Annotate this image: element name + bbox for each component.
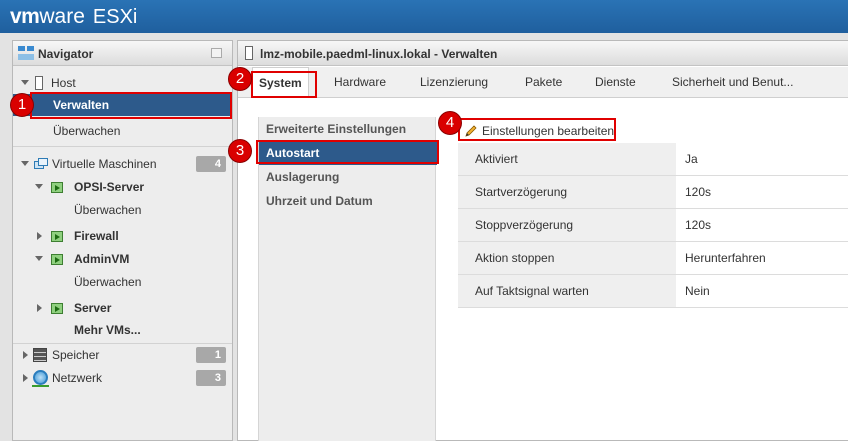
nav-host-label: Host <box>51 76 76 90</box>
table-row: Stoppverzögerung 120s <box>458 209 848 242</box>
page-title: lmz-mobile.paedml-linux.lokal - Verwalte… <box>260 47 498 61</box>
vm-powered-on-icon <box>51 180 67 194</box>
nav-vm-firewall[interactable]: Firewall <box>13 225 232 247</box>
nav-vm-child-label: Überwachen <box>74 203 142 217</box>
nav-storage[interactable]: Speicher 1 <box>13 344 232 366</box>
nav-virtual-machines-label: Virtuelle Maschinen <box>52 157 157 171</box>
nav-host-ueberwachen-label: Überwachen <box>53 124 121 138</box>
main-header: lmz-mobile.paedml-linux.lokal - Verwalte… <box>238 41 848 66</box>
highlight-autostart <box>256 140 439 164</box>
table-row: Startverzögerung 120s <box>458 176 848 209</box>
chevron-right-icon[interactable] <box>23 374 28 382</box>
chevron-down-icon[interactable] <box>21 80 29 85</box>
callout-number: 4 <box>438 111 462 135</box>
chevron-right-icon[interactable] <box>37 232 42 240</box>
nav-vm-child-label: Überwachen <box>74 275 142 289</box>
collapse-panel-button[interactable] <box>211 48 222 58</box>
vmware-esxi-logo: vm ware ESXi <box>10 5 137 29</box>
navigator-header: Navigator <box>13 41 232 66</box>
setting-key: Auf Taktsignal warten <box>458 275 676 307</box>
chevron-right-icon[interactable] <box>23 351 28 359</box>
network-globe-icon <box>32 370 49 387</box>
chevron-down-icon[interactable] <box>21 161 29 166</box>
main-panel: lmz-mobile.paedml-linux.lokal - Verwalte… <box>237 40 848 441</box>
setting-value: Ja <box>685 152 698 166</box>
nav-host[interactable]: Host <box>13 72 232 94</box>
menu-erweiterte-einstellungen[interactable]: Erweiterte Einstellungen <box>259 117 437 141</box>
navigator-title: Navigator <box>38 47 94 61</box>
table-row: Aktion stoppen Herunterfahren <box>458 242 848 275</box>
nav-storage-label: Speicher <box>52 348 100 362</box>
host-icon <box>35 76 43 90</box>
setting-value: Herunterfahren <box>685 251 766 265</box>
nav-vm-opsi-server-ueberwachen[interactable]: Überwachen <box>13 199 232 221</box>
network-count-badge: 3 <box>196 370 226 386</box>
highlight-system-tab <box>251 71 317 98</box>
virtual-machines-icon <box>34 158 48 170</box>
top-bar: vm ware ESXi <box>0 0 848 33</box>
nav-vm-firewall-label: Firewall <box>74 229 119 243</box>
tab-bar: System Hardware Lizenzierung Pakete Dien… <box>238 67 848 98</box>
tab-lizenzierung[interactable]: Lizenzierung <box>420 67 488 98</box>
tab-dienste[interactable]: Dienste <box>595 67 636 98</box>
callout-number: 1 <box>10 93 34 117</box>
chevron-down-icon[interactable] <box>35 184 43 189</box>
setting-key: Stoppverzögerung <box>458 209 676 241</box>
table-row: Aktiviert Ja <box>458 143 848 176</box>
highlight-edit-settings <box>458 118 616 141</box>
table-row: Auf Taktsignal warten Nein <box>458 275 848 308</box>
nav-host-ueberwachen[interactable]: Überwachen <box>13 120 232 142</box>
nav-vm-opsi-server-label: OPSI-Server <box>74 180 145 194</box>
setting-value: 120s <box>685 185 712 199</box>
callout-number: 3 <box>228 139 252 163</box>
vm-powered-on-icon <box>51 252 67 266</box>
logo-product: ESXi <box>92 6 138 28</box>
host-icon <box>245 46 253 60</box>
setting-key: Aktion stoppen <box>458 242 676 274</box>
vm-powered-on-icon <box>51 229 67 243</box>
divider <box>13 146 232 147</box>
nav-vm-server[interactable]: Server <box>13 297 232 319</box>
nav-virtual-machines[interactable]: Virtuelle Maschinen 4 <box>13 153 232 175</box>
highlight-verwalten <box>30 92 232 119</box>
chevron-right-icon[interactable] <box>37 304 42 312</box>
nav-vm-opsi-server[interactable]: OPSI-Server <box>13 176 232 198</box>
nav-network[interactable]: Netzwerk 3 <box>13 367 232 389</box>
setting-value: 120s <box>685 218 712 232</box>
nav-vm-adminvm-ueberwachen[interactable]: Überwachen <box>13 271 232 293</box>
nav-network-label: Netzwerk <box>52 371 103 385</box>
nav-more-vms[interactable]: Mehr VMs... <box>13 319 232 341</box>
nav-vm-server-label: Server <box>74 301 112 315</box>
nav-vm-adminvm-label: AdminVM <box>74 252 130 266</box>
tab-hardware[interactable]: Hardware <box>334 67 386 98</box>
navigator-icon <box>18 46 34 60</box>
vm-powered-on-icon <box>51 301 67 315</box>
setting-key: Startverzögerung <box>458 176 676 208</box>
system-menu: Erweiterte Einstellungen Autostart Ausla… <box>258 117 437 441</box>
nav-more-vms-label: Mehr VMs... <box>74 323 141 337</box>
setting-value: Nein <box>685 284 710 298</box>
storage-icon <box>33 348 47 362</box>
callout-number: 2 <box>228 67 252 91</box>
logo-vm: vm <box>10 5 40 28</box>
tab-sicherheit[interactable]: Sicherheit und Benut... <box>672 67 793 98</box>
storage-count-badge: 1 <box>196 347 226 363</box>
autostart-settings-table: Aktiviert Ja Startverzögerung 120s Stopp… <box>458 143 848 308</box>
menu-auslagerung[interactable]: Auslagerung <box>259 165 437 189</box>
setting-key: Aktiviert <box>458 143 676 175</box>
tab-pakete[interactable]: Pakete <box>525 67 562 98</box>
chevron-down-icon[interactable] <box>35 256 43 261</box>
logo-ware: ware <box>39 5 85 28</box>
menu-uhrzeit-und-datum[interactable]: Uhrzeit und Datum <box>259 189 437 213</box>
vm-count-badge: 4 <box>196 156 226 172</box>
nav-vm-adminvm[interactable]: AdminVM <box>13 248 232 270</box>
